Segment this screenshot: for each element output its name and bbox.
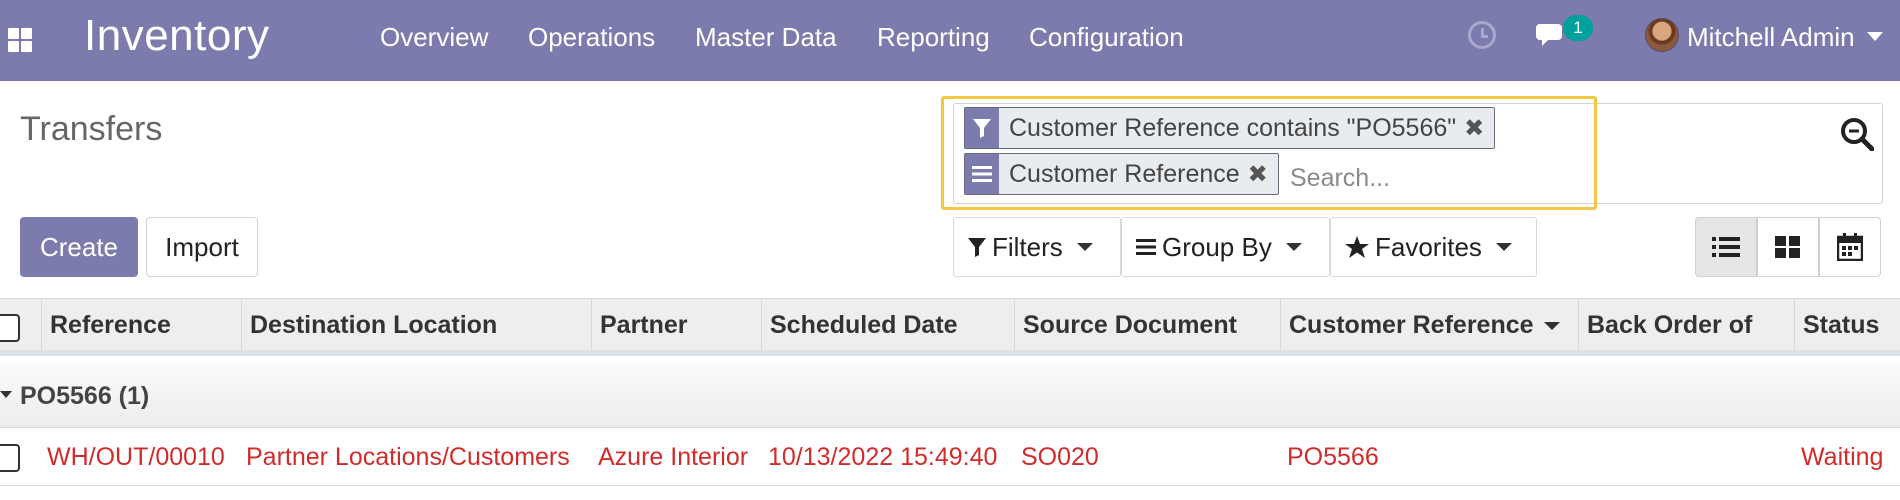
calendar-view-button[interactable] — [1819, 217, 1881, 277]
menu-overview[interactable]: Overview — [380, 22, 488, 53]
page-title: Transfers — [20, 110, 163, 148]
group-label: PO5566 (1) — [20, 382, 150, 410]
search-icon[interactable] — [1840, 117, 1874, 151]
list-icon — [1712, 237, 1740, 257]
menu-operations[interactable]: Operations — [528, 22, 655, 53]
calendar-icon — [1837, 233, 1863, 261]
facet-label: Customer Reference — [1009, 159, 1240, 188]
kanban-icon — [1775, 236, 1800, 258]
filter-icon — [965, 108, 999, 148]
column-header-source-document[interactable]: Source Document — [1014, 299, 1280, 351]
select-all-checkbox[interactable] — [0, 314, 20, 342]
cell-customer-reference[interactable]: PO5566 — [1287, 443, 1379, 472]
group-row[interactable]: PO5566 (1) — [0, 362, 1900, 428]
cell-source-document[interactable]: SO020 — [1021, 443, 1099, 472]
favorites-label: Favorites — [1375, 231, 1482, 262]
group-by-dropdown[interactable]: Group By — [1121, 217, 1330, 277]
list-view-button[interactable] — [1695, 217, 1757, 277]
filters-label: Filters — [992, 231, 1063, 262]
star-icon — [1345, 236, 1369, 258]
top-navbar: Inventory Overview Operations Master Dat… — [0, 0, 1900, 81]
chevron-down-icon — [1076, 243, 1093, 251]
group-by-label: Group By — [1162, 231, 1272, 262]
menu-configuration[interactable]: Configuration — [1029, 22, 1184, 53]
chevron-down-icon — [1285, 243, 1302, 251]
cell-partner[interactable]: Azure Interior — [598, 443, 748, 472]
user-menu-name[interactable]: Mitchell Admin — [1687, 22, 1855, 53]
app-name[interactable]: Inventory — [84, 11, 269, 61]
column-header-status[interactable]: Status — [1794, 299, 1900, 351]
chevron-down-icon — [1495, 243, 1512, 251]
caret-down-icon — [0, 391, 12, 398]
facet-label: Customer Reference contains "PO5566" — [1009, 113, 1457, 142]
create-button[interactable]: Create — [20, 217, 138, 277]
apps-menu-icon[interactable] — [4, 24, 32, 52]
column-header-reference[interactable]: Reference — [41, 299, 241, 351]
activity-clock-icon[interactable] — [1468, 21, 1496, 49]
column-header-scheduled-date[interactable]: Scheduled Date — [761, 299, 1014, 351]
menu-master-data[interactable]: Master Data — [695, 22, 837, 53]
chevron-down-icon[interactable] — [1867, 32, 1883, 41]
cell-status[interactable]: Waiting — [1801, 443, 1883, 472]
column-header-destination-location[interactable]: Destination Location — [241, 299, 591, 351]
import-button[interactable]: Import — [146, 217, 258, 277]
cell-destination[interactable]: Partner Locations/Customers — [246, 443, 570, 472]
search-input[interactable] — [1290, 160, 1590, 196]
filter-icon — [968, 236, 986, 258]
cell-reference[interactable]: WH/OUT/00010 — [47, 443, 225, 472]
column-header-customer-reference[interactable]: Customer Reference — [1280, 299, 1578, 351]
kanban-view-button[interactable] — [1757, 217, 1819, 277]
close-icon[interactable]: ✖ — [1248, 160, 1278, 189]
row-checkbox[interactable] — [0, 444, 20, 472]
close-icon[interactable]: ✖ — [1464, 114, 1494, 143]
column-header-partner[interactable]: Partner — [591, 299, 761, 351]
sort-desc-icon — [1543, 322, 1560, 331]
table-header: Reference Destination Location Partner S… — [0, 298, 1900, 356]
menu-reporting[interactable]: Reporting — [877, 22, 990, 53]
column-header-back-order-of[interactable]: Back Order of — [1578, 299, 1794, 351]
column-header-label: Customer Reference — [1289, 311, 1534, 339]
avatar[interactable] — [1645, 18, 1679, 52]
group-by-icon — [965, 154, 999, 194]
table-row[interactable]: WH/OUT/00010 Partner Locations/Customers… — [0, 428, 1900, 486]
filters-dropdown[interactable]: Filters — [953, 217, 1121, 277]
group-by-icon — [1136, 238, 1156, 256]
favorites-dropdown[interactable]: Favorites — [1330, 217, 1537, 277]
search-facet-filter: Customer Reference contains "PO5566" ✖ — [964, 107, 1496, 149]
cell-scheduled-date[interactable]: 10/13/2022 15:49:40 — [768, 443, 997, 472]
search-facet-groupby: Customer Reference ✖ — [964, 153, 1279, 195]
chat-badge: 1 — [1563, 15, 1593, 41]
